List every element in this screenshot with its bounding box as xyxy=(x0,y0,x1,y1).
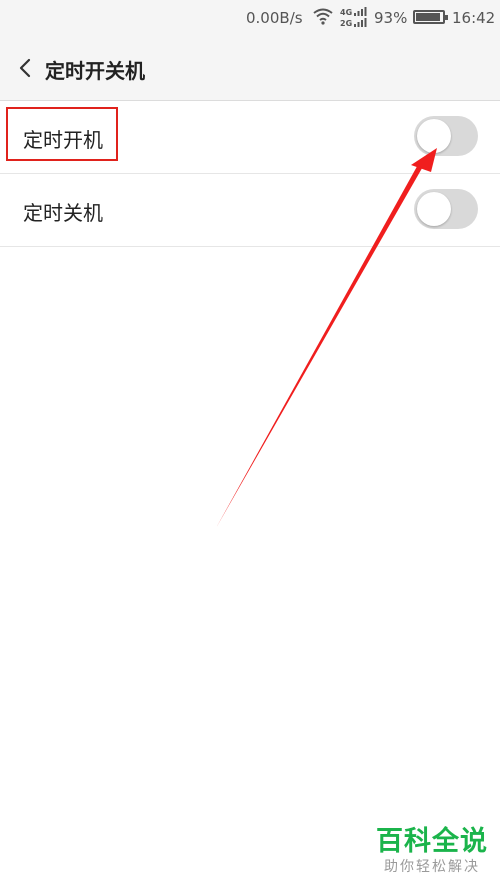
setting-label: 定时关机 xyxy=(23,201,103,225)
watermark: 百科全说 助你轻松解决 xyxy=(374,826,490,876)
highlight-annotation xyxy=(6,107,118,161)
signal-badge-2g: 2G xyxy=(340,19,352,28)
toggle-knob xyxy=(417,192,451,226)
watermark-slogan: 助你轻松解决 xyxy=(384,859,480,875)
battery-icon xyxy=(413,10,448,24)
clock: 16:42 xyxy=(452,9,496,27)
scheduled-power-on-toggle[interactable] xyxy=(414,116,478,156)
battery-percent: 93% xyxy=(374,9,408,27)
battery-level-fill xyxy=(416,13,440,21)
wifi-icon xyxy=(313,8,333,25)
signal-badge-4g: 4G xyxy=(340,8,352,17)
page-title: 定时开关机 xyxy=(45,59,145,83)
setting-row-scheduled-power-off[interactable]: 定时关机 xyxy=(0,174,500,247)
status-bar: 0.00B/s 4G 2G 93% 16:42 xyxy=(0,0,500,36)
chevron-left-icon xyxy=(19,58,31,78)
scheduled-power-off-toggle[interactable] xyxy=(414,189,478,229)
top-area: 0.00B/s 4G 2G 93% 16:42 定时开关机 xyxy=(0,0,500,101)
toggle-knob xyxy=(417,119,451,153)
network-speed: 0.00B/s xyxy=(246,9,303,27)
cellular-signal-icon: 4G 2G xyxy=(340,7,367,28)
back-button[interactable] xyxy=(14,53,40,83)
watermark-brand: 百科全说 xyxy=(376,826,488,857)
title-bar: 定时开关机 xyxy=(0,36,500,100)
